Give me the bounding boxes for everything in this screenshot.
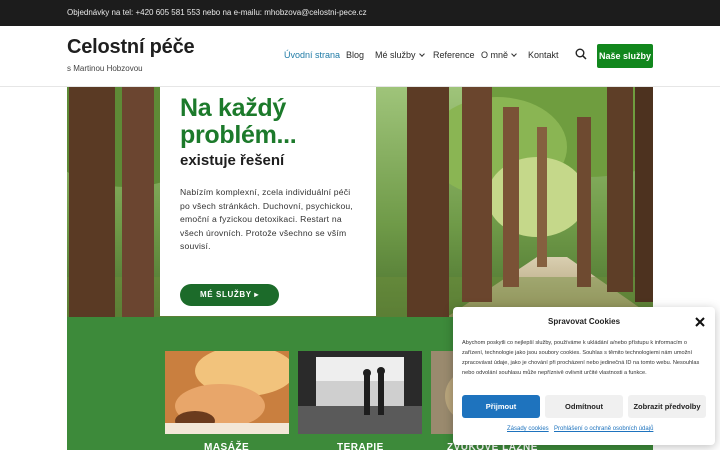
nav-item-home[interactable]: Úvodní strana (284, 50, 340, 60)
hero-card: Na každý problém... existuje řešení Nabí… (160, 87, 376, 316)
service-title-therapy[interactable]: TERAPIE (337, 442, 384, 450)
nav-item-about[interactable]: O mně (481, 50, 517, 60)
our-services-button[interactable]: Naše služby (597, 44, 653, 68)
close-icon[interactable] (694, 316, 706, 328)
nav-item-blog[interactable]: Blog (346, 50, 364, 60)
cookie-description: Abychom poskytli co nejlepší služby, pou… (462, 340, 700, 376)
cookie-policy-link[interactable]: Zásady cookies (507, 426, 549, 432)
nav-item-references[interactable]: Reference (433, 50, 475, 60)
service-title-massage[interactable]: MASÁŽE (204, 442, 249, 450)
chevron-down-icon (511, 51, 517, 57)
my-services-button[interactable]: MÉ SLUŽBY ▸ (180, 284, 279, 306)
massage-image[interactable] (165, 351, 289, 434)
site-title[interactable]: Celostní péče (67, 36, 195, 59)
cookie-dialog-title: Spravovat Cookies (547, 317, 621, 326)
privacy-statement-link[interactable]: Prohlášení o ochraně osobních údajů (554, 426, 653, 432)
contact-info: Objednávky na tel: +420 605 581 553 nebo… (67, 8, 367, 17)
chevron-down-icon (418, 51, 425, 57)
site-header: Celostní péče s Martinou Hobzovou Úvodní… (0, 26, 720, 87)
hero-section: Na každý problém... existuje řešení Nabí… (67, 87, 653, 317)
accept-cookies-button[interactable]: Přijmout (462, 395, 540, 418)
nav-item-services[interactable]: Mé služby (375, 50, 425, 60)
deny-cookies-button[interactable]: Odmítnout (545, 395, 623, 418)
search-icon[interactable] (575, 48, 587, 60)
site-subtitle: s Martinou Hobzovou (67, 64, 143, 73)
cookie-preferences-button[interactable]: Zobrazit předvolby (628, 395, 706, 418)
hero-subheading: existuje řešení (180, 152, 285, 169)
hero-text: Nabízím komplexní, zcela individuální pé… (180, 187, 353, 252)
hero-heading: Na každý problém... (180, 94, 297, 149)
therapy-image[interactable] (298, 351, 422, 434)
top-bar: Objednávky na tel: +420 605 581 553 nebo… (0, 0, 720, 26)
cookie-consent-dialog: Spravovat Cookies Abychom poskytli co ne… (453, 307, 715, 445)
nav-item-contact[interactable]: Kontakt (528, 50, 559, 60)
